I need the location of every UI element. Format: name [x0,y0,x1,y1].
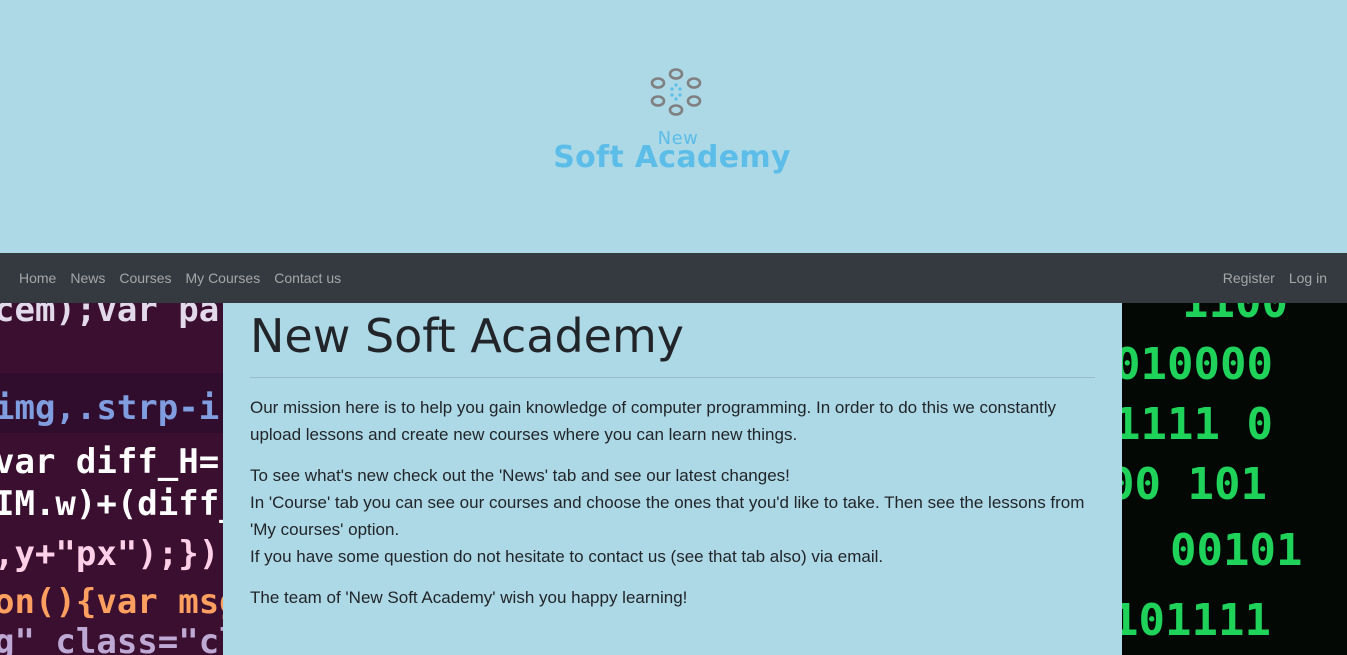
nav-news-link[interactable]: News [63,270,112,286]
binary-line-5: 00101 [1170,525,1302,576]
nav-my-courses-link[interactable]: My Courses [179,270,268,286]
nav-left-group: Home News Courses My Courses Contact us [12,253,348,303]
guide-line-courses: In 'Course' tab you can see our courses … [250,493,1085,539]
code-line-3: var diff_H= [0,442,219,482]
code-line-4: IM.w)+(diff_ [0,484,223,524]
mission-text: Our mission here is to help you gain kno… [250,398,1057,444]
code-line-6: on(){var msg [0,582,223,622]
guide-paragraph: To see what's new check out the 'News' t… [250,462,1095,570]
logo-text-name: Soft Academy [553,140,791,175]
code-line-5: ,y+"px");}); [0,534,223,574]
main-content: New Soft Academy Our mission here is to … [223,303,1122,655]
code-line-2: img,.strp-i [0,388,219,428]
binary-background-image: 1100 010000 1111 0 00 101 00101 101111 [1122,303,1347,655]
binary-line-6: 101111 [1122,595,1271,646]
nav-login-link[interactable]: Log in [1282,270,1334,286]
page-title: New Soft Academy [250,309,685,363]
code-background-image: cem);var par img,.strp-i var diff_H= IM.… [0,303,223,655]
code-line-7: g" class="cl [0,622,223,655]
dots-circle-logo-icon [650,68,702,116]
code-line-1: cem);var par [0,303,223,330]
nav-right-group: Register Log in [1216,253,1334,303]
binary-line-2: 010000 [1122,339,1273,390]
nav-register-link[interactable]: Register [1216,270,1282,286]
nav-home-link[interactable]: Home [12,270,63,286]
nav-courses-link[interactable]: Courses [112,270,178,286]
code-screen-picture: cem);var par img,.strp-i var diff_H= IM.… [0,303,223,655]
binary-line-1: 1100 [1182,303,1288,328]
site-logo[interactable]: New Soft Academy [520,68,824,184]
nav-contact-link[interactable]: Contact us [267,270,348,286]
binary-line-3: 1111 0 [1122,399,1273,450]
main-navbar: Home News Courses My Courses Contact us … [0,253,1347,303]
guide-line-contact: If you have some question do not hesitat… [250,547,884,566]
guide-line-news: To see what's new check out the 'News' t… [250,466,790,485]
header-banner: New Soft Academy [0,0,1347,253]
binary-screen-picture: 1100 010000 1111 0 00 101 00101 101111 [1122,303,1347,655]
title-divider [250,377,1095,378]
closing-text: The team of 'New Soft Academy' wish you … [250,588,688,607]
binary-line-4: 00 101 [1122,459,1267,510]
mission-paragraph: Our mission here is to help you gain kno… [250,394,1095,448]
closing-paragraph: The team of 'New Soft Academy' wish you … [250,584,1095,611]
